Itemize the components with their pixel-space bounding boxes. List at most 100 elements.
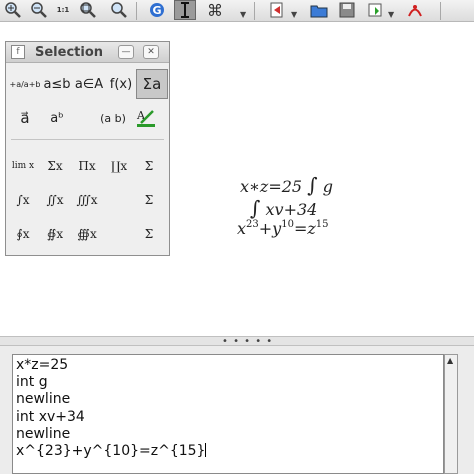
symbol-surface-integral[interactable]: ∯x — [40, 220, 70, 248]
category-label: a∈A — [74, 76, 104, 92]
command-line-last: x^{23}+y^{10}=z^{15} — [16, 442, 440, 460]
symbol-volume-integral[interactable]: ∰x — [72, 220, 102, 248]
toolbar: 1:1 G ⌘ ▼ ▼ ▼ — [0, 0, 474, 22]
symbol-sum-limits[interactable]: Σ — [134, 152, 164, 180]
dropdown-arrow-icon[interactable]: ▼ — [240, 10, 246, 19]
symbols-icon[interactable]: ⌘ — [204, 0, 226, 20]
insert-icon[interactable] — [364, 0, 386, 20]
symbol-product[interactable]: Πx — [72, 152, 102, 180]
command-line: newline — [16, 391, 71, 408]
symbol-sum-upper[interactable]: Σ — [134, 220, 164, 248]
selection-titlebar[interactable]: f Selection — ✕ — [6, 42, 169, 63]
symbol-label: ∫x — [16, 193, 30, 207]
symbol-label: ∭x — [76, 193, 98, 207]
category-relations[interactable]: a≤b — [41, 69, 73, 99]
category-label: f(x) — [109, 76, 133, 92]
symbol-sum-lower[interactable]: Σ — [134, 186, 164, 214]
symbol-double-integral[interactable]: ∬x — [40, 186, 70, 214]
command-line: newline — [16, 425, 71, 442]
category-attributes[interactable]: a⃗ — [9, 103, 41, 133]
category-others[interactable]: aᵇ — [41, 103, 73, 133]
category-formats-icon[interactable]: A — [130, 103, 162, 133]
command-line: x^{23}+y^{10}=z^{15} — [16, 442, 206, 459]
divider — [11, 139, 164, 140]
minimize-icon[interactable]: — — [118, 45, 134, 59]
symbol-triple-integral[interactable]: ∭x — [72, 186, 102, 214]
zoom-out-icon[interactable] — [28, 0, 50, 20]
zoom-100-label: 1:1 — [56, 6, 70, 14]
formula-line-1: x∗z=25 ∫ g — [240, 173, 333, 197]
symbol-label: ∮x — [16, 227, 30, 241]
open-icon[interactable] — [308, 0, 330, 20]
pdf-icon[interactable] — [404, 0, 426, 20]
command-line: int xv+34 — [16, 408, 85, 425]
symbol-label: Πx — [78, 159, 96, 173]
zoom-in-icon[interactable] — [2, 0, 24, 20]
formula-exponent: 15 — [315, 219, 329, 230]
close-icon[interactable]: ✕ — [143, 45, 159, 59]
splitter[interactable]: • • • • • — [0, 336, 474, 347]
category-label: a⃗ — [20, 109, 30, 127]
symbol-label: ∬x — [46, 193, 64, 207]
formula-line-3: x23+y10=z15 — [237, 219, 329, 238]
scroll-up-icon[interactable]: ▲ — [447, 356, 453, 365]
formula-line-2: ∫ xv+34 — [250, 196, 317, 220]
category-label: a≤b — [43, 76, 71, 92]
symbol-label: Σ — [144, 193, 154, 207]
category-label: Σa — [142, 75, 162, 93]
command-scrollbar[interactable]: ▲ — [444, 354, 458, 474]
symbol-contour-integral[interactable]: ∮x — [8, 220, 38, 248]
dropdown-arrow-icon[interactable]: ▼ — [388, 10, 394, 19]
formula-exponent: 10 — [281, 219, 294, 230]
command-editor[interactable]: x*z=25 int g newline int xv+34 newline x… — [12, 354, 444, 474]
formula-var: x — [237, 219, 247, 238]
symbol-label: Σ — [144, 159, 154, 173]
formula-expr: x∗z=25 — [240, 177, 303, 196]
symbol-label: Σ — [144, 227, 154, 241]
text-caret — [205, 442, 207, 457]
symbol-sum[interactable]: Σx — [40, 152, 70, 180]
symbol-integral[interactable]: ∫x — [8, 186, 38, 214]
svg-text:G: G — [152, 4, 161, 17]
category-operators[interactable]: Σa — [136, 69, 168, 99]
category-label: aᵇ — [50, 110, 64, 126]
category-functions[interactable]: f(x) — [105, 69, 137, 99]
category-set-operations[interactable]: a∈A — [73, 69, 105, 99]
category-brackets[interactable]: (a b) — [97, 103, 129, 133]
integral-sign: ∫ — [307, 173, 318, 197]
formula-var: y — [272, 219, 282, 238]
category-label: (a b) — [100, 111, 126, 125]
dropdown-arrow-icon[interactable]: ▼ — [291, 10, 297, 19]
zoom-100-icon[interactable]: 1:1 — [52, 0, 74, 20]
formula-exponent: 23 — [246, 219, 259, 230]
zoom-page-icon[interactable] — [108, 0, 130, 20]
formula-expr: g — [322, 177, 333, 196]
symbol-limit[interactable]: lim x — [8, 152, 38, 180]
export-icon[interactable] — [266, 0, 288, 20]
window-icon: f — [11, 45, 25, 59]
toolbar-separator — [440, 2, 441, 20]
toolbar-separator — [254, 2, 255, 20]
selection-window[interactable]: f Selection — ✕ +a/a+b a≤b a∈A f(x) Σa a… — [5, 41, 170, 256]
symbol-label: ∰x — [77, 227, 97, 241]
symbol-label: Σx — [47, 159, 63, 173]
command-line: int g — [16, 374, 48, 391]
formula-expr: xv+34 — [265, 200, 318, 219]
command-line: x*z=25 — [16, 357, 69, 373]
zoom-fit-icon[interactable] — [77, 0, 99, 20]
formula-operator: = — [293, 219, 308, 238]
symbol-label: ∐x — [110, 159, 128, 173]
selection-title: Selection — [35, 45, 104, 60]
formula-operator: + — [258, 219, 273, 238]
symbol-label: lim x — [11, 161, 35, 171]
category-label: +a/a+b — [9, 79, 41, 89]
symbol-coproduct[interactable]: ∐x — [104, 152, 134, 180]
update-icon[interactable]: G — [146, 0, 168, 20]
symbols-glyph: ⌘ — [207, 0, 223, 20]
save-icon[interactable] — [336, 0, 358, 20]
symbol-label: ∯x — [46, 227, 64, 241]
category-unary-binary[interactable]: +a/a+b — [9, 69, 41, 99]
integral-sign: ∫ — [250, 196, 261, 220]
cursor-icon[interactable] — [174, 0, 196, 20]
formula-var: z — [307, 219, 316, 238]
